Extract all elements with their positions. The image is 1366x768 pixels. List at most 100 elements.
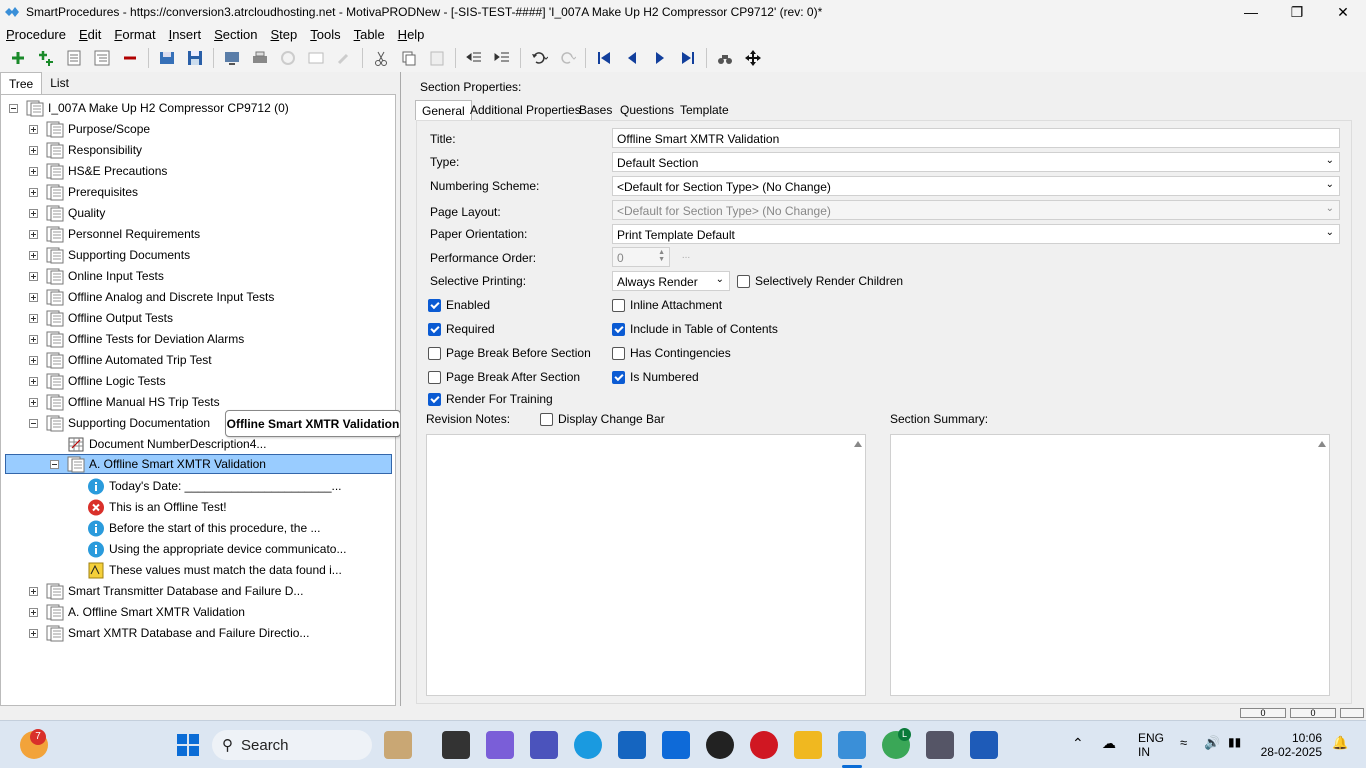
tree-section[interactable]: Purpose/Scope — [29, 119, 150, 139]
store-app-icon[interactable] — [618, 731, 646, 759]
tree-section[interactable]: Offline Manual HS Trip Tests — [29, 392, 220, 412]
tree-section[interactable]: Offline Tests for Deviation Alarms — [29, 329, 244, 349]
inline-attachment-checkbox[interactable]: Inline Attachment — [612, 298, 722, 312]
is-numbered-checkbox[interactable]: Is Numbered — [612, 370, 699, 384]
restore-button[interactable]: ❐ — [1274, 0, 1320, 24]
has-contingencies-checkbox[interactable]: Has Contingencies — [612, 346, 731, 360]
minimize-button[interactable]: — — [1228, 0, 1274, 24]
expand-icon[interactable] — [29, 376, 38, 386]
volume-icon[interactable]: 🔊 — [1204, 735, 1220, 751]
selectively-render-children-checkbox[interactable]: Selectively Render Children — [737, 274, 903, 288]
expand-icon[interactable] — [29, 607, 38, 617]
remote-app-icon[interactable] — [926, 731, 954, 759]
paper-orientation-select[interactable]: Print Template Default ⌄ — [612, 224, 1340, 244]
expand-icon[interactable] — [29, 355, 38, 365]
enabled-checkbox[interactable]: Enabled — [428, 298, 490, 312]
tree-doc-number[interactable]: Document NumberDescription4... — [67, 434, 266, 454]
opera-app-icon[interactable] — [750, 731, 778, 759]
scroll-up-icon[interactable] — [854, 441, 862, 447]
add-step-button[interactable] — [60, 46, 88, 70]
outdent-button[interactable] — [460, 46, 488, 70]
expand-icon[interactable] — [29, 145, 38, 155]
numbering-scheme-select[interactable]: <Default for Section Type> (No Change) ⌄ — [612, 176, 1340, 196]
delete-button[interactable] — [116, 46, 144, 70]
tree-section[interactable]: Online Input Tests — [29, 266, 164, 286]
tree-section[interactable]: Supporting Documentation — [29, 413, 210, 433]
first-button[interactable] — [590, 46, 618, 70]
expand-icon[interactable] — [29, 334, 38, 344]
tree-step[interactable]: Before the start of this procedure, the … — [87, 518, 320, 538]
tree-section[interactable]: Smart XMTR Database and Failure Directio… — [29, 623, 309, 643]
tab-tree[interactable]: Tree — [0, 72, 43, 94]
find-button[interactable] — [711, 46, 739, 70]
revision-notes-textarea[interactable] — [426, 434, 866, 696]
cut-button[interactable] — [367, 46, 395, 70]
network-status-icon[interactable]: ☁ — [1102, 735, 1116, 752]
expand-icon[interactable] — [29, 397, 38, 407]
menu-step[interactable]: Step — [270, 27, 297, 42]
chevron-up-icon[interactable]: ⌃ — [1072, 735, 1084, 752]
expand-icon[interactable] — [29, 166, 38, 176]
tree-section[interactable]: Offline Automated Trip Test — [29, 350, 212, 370]
spell-button[interactable] — [274, 46, 302, 70]
taskbar-search[interactable]: ⚲ Search — [212, 730, 372, 760]
scroll-up-icon[interactable] — [1318, 441, 1326, 447]
expand-icon[interactable] — [29, 229, 38, 239]
publish-button[interactable] — [218, 46, 246, 70]
tree-section[interactable]: HS&E Precautions — [29, 161, 167, 181]
last-button[interactable] — [674, 46, 702, 70]
expand-icon[interactable] — [29, 313, 38, 323]
tree-section[interactable]: A. Offline Smart XMTR Validation — [29, 602, 245, 622]
collapse-icon[interactable] — [50, 459, 59, 469]
tree-step[interactable]: Using the appropriate device communicato… — [87, 539, 346, 559]
indent-button[interactable] — [488, 46, 516, 70]
expand-icon[interactable] — [29, 628, 38, 638]
required-checkbox[interactable]: Required — [428, 322, 495, 336]
section-summary-textarea[interactable] — [890, 434, 1330, 696]
smartprocedures-app-icon[interactable] — [838, 731, 866, 759]
tree-step[interactable]: Today's Date: ______________________... — [87, 476, 342, 496]
tree-section[interactable]: Responsibility — [29, 140, 142, 160]
tree-section[interactable]: Prerequisites — [29, 182, 138, 202]
people-app-icon[interactable] — [384, 731, 412, 759]
tab-questions[interactable]: Questions — [614, 100, 680, 120]
tab-additional-properties[interactable]: Additional Properties — [464, 100, 587, 120]
tree-section[interactable]: Supporting Documents — [29, 245, 190, 265]
type-select[interactable]: Default Section ⌄ — [612, 152, 1340, 172]
tree-step[interactable]: These values must match the data found i… — [87, 560, 342, 580]
print-button[interactable] — [246, 46, 274, 70]
render-training-checkbox[interactable]: Render For Training — [428, 392, 553, 406]
menu-insert[interactable]: Insert — [169, 27, 202, 42]
notifications-icon[interactable]: 🔔 — [1332, 735, 1348, 751]
add-section-button[interactable] — [4, 46, 32, 70]
tab-list[interactable]: List — [42, 72, 77, 94]
menu-tools[interactable]: Tools — [310, 27, 340, 42]
copilot-app-icon[interactable] — [486, 731, 514, 759]
start-button[interactable] — [174, 731, 202, 759]
include-toc-checkbox[interactable]: Include in Table of Contents — [612, 322, 778, 336]
add-substep-button[interactable] — [88, 46, 116, 70]
menu-help[interactable]: Help — [398, 27, 425, 42]
wifi-icon[interactable]: ≈ — [1180, 735, 1187, 750]
expand-icon[interactable] — [29, 124, 38, 134]
edge-app-icon[interactable] — [574, 731, 602, 759]
word-app-icon[interactable] — [970, 731, 998, 759]
copy-button[interactable] — [395, 46, 423, 70]
expand-icon[interactable] — [29, 250, 38, 260]
menu-format[interactable]: Format — [114, 27, 155, 42]
dell-app-icon[interactable] — [706, 731, 734, 759]
tab-template[interactable]: Template — [674, 100, 735, 120]
terminal-app-icon[interactable] — [442, 731, 470, 759]
battery-icon[interactable]: ▮▮ — [1228, 735, 1241, 749]
tree-section[interactable]: Offline Logic Tests — [29, 371, 166, 391]
collapse-icon[interactable] — [9, 103, 18, 113]
tree-selected-section[interactable]: A. Offline Smart XMTR Validation — [5, 454, 392, 474]
display-change-bar-checkbox[interactable]: Display Change Bar — [540, 412, 665, 426]
tree-step[interactable]: This is an Offline Test! — [87, 497, 227, 517]
page-break-after-checkbox[interactable]: Page Break After Section — [428, 370, 580, 384]
menu-section[interactable]: Section — [214, 27, 257, 42]
tree-section[interactable]: Offline Output Tests — [29, 308, 173, 328]
add-subsection-button[interactable] — [32, 46, 60, 70]
expand-icon[interactable] — [29, 586, 38, 596]
menu-procedure[interactable]: Procedure — [6, 27, 66, 42]
